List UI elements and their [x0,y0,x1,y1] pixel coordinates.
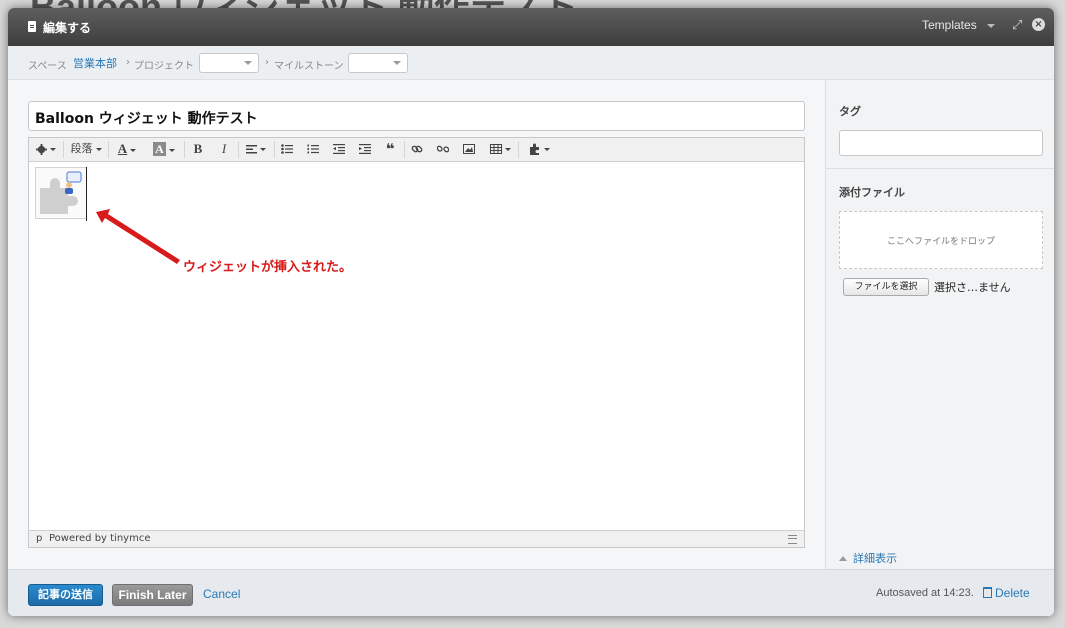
chevron-right-icon: › [265,57,269,68]
puzzle-icon [529,143,539,155]
sidebar: タグ 添付ファイル ここへファイルをドロップ ファイルを選択 選択さ…ません 詳… [825,80,1054,569]
dropzone-text: ここへファイルをドロップ [886,237,995,247]
delete-button[interactable]: Delete [983,586,1030,600]
edit-modal: 編集する Templates ⤢ × スペース 営業本部 › プロジェクト › … [8,8,1054,616]
tag-input[interactable] [839,130,1043,156]
editor-toolbar: 段落 A A B I ❝ [29,138,804,169]
file-dropzone[interactable]: ここへファイルをドロップ [839,211,1043,269]
finish-later-button[interactable]: Finish Later [112,584,193,606]
modal-content: Balloon ウィジェット 動作テスト 段落 A A B I ❝ p Powe… [8,80,1054,569]
space-label: スペース [28,61,67,72]
editor-statusbar: p Powered by tinymce [29,530,804,547]
modal-titlebar: 編集する Templates ⤢ × [8,8,1054,46]
link-icon [411,145,423,153]
rich-text-editor: 段落 A A B I ❝ p Powered by tinymce [28,137,805,548]
space-link[interactable]: 営業本部 [73,55,117,71]
italic-button[interactable]: I [215,140,233,158]
attachments-label: 添付ファイル [839,186,905,199]
text-cursor [86,167,87,221]
outdent-button[interactable] [330,140,348,158]
main-area: Balloon ウィジェット 動作テスト 段落 A A B I ❝ p Powe… [8,80,825,569]
autosave-status: Autosaved at 14:23. [876,587,974,599]
annotation-arrow [96,209,180,264]
bg-color-button[interactable]: A [147,140,181,158]
image-button[interactable] [460,140,478,158]
chevron-down-icon [244,61,252,65]
details-link[interactable]: 詳細表示 [839,550,897,566]
choose-file-button[interactable]: ファイルを選択 [843,278,929,296]
file-status-text: 選択さ…ません [934,281,1011,294]
gear-icon [36,143,47,155]
triangle-up-icon [839,556,847,561]
quote-icon[interactable]: ❝ [381,140,399,158]
modal-title: 編集する [43,21,92,35]
table-menu[interactable] [486,140,514,158]
indent-button[interactable] [356,140,374,158]
image-icon [463,144,475,154]
indent-icon [359,144,371,154]
puzzle-icon [40,171,82,214]
settings-menu[interactable] [33,140,59,158]
details-link-label: 詳細表示 [853,552,897,565]
align-menu[interactable] [242,140,270,158]
bullet-list-button[interactable] [278,140,296,158]
templates-menu[interactable]: Templates [922,18,977,32]
sidebar-divider [826,168,1054,169]
format-label: 段落 [70,142,93,155]
paragraph-format-select[interactable]: 段落 [67,140,105,158]
annotation-text: ウィジェットが挿入された。 [183,260,353,275]
submit-button[interactable]: 記事の送信 [28,584,103,606]
table-icon [489,144,502,154]
bold-button[interactable]: B [189,140,207,158]
project-select[interactable] [199,53,259,73]
tag-label: タグ [839,105,861,118]
bg-color-icon: A [153,142,166,156]
milestone-label: マイルストーン [274,61,344,72]
element-path[interactable]: p [36,533,42,544]
balloon-widget-placeholder[interactable] [35,167,87,219]
breadcrumb: スペース 営業本部 › プロジェクト › マイルストーン [8,46,1054,80]
trash-icon [983,587,992,598]
title-input[interactable]: Balloon ウィジェット 動作テスト [28,101,805,131]
align-left-icon [246,144,257,153]
close-icon[interactable]: × [1032,18,1045,31]
unlink-icon [436,145,450,153]
bullet-list-icon [281,144,293,154]
outdent-icon [333,144,345,154]
chevron-right-icon: › [126,57,130,68]
font-color-button[interactable]: A [112,140,142,158]
numbered-list-button[interactable] [304,140,322,158]
font-color-icon: A [117,141,128,156]
resize-handle-icon[interactable] [788,535,797,544]
modal-footer: 記事の送信 Finish Later Cancel Autosaved at 1… [8,569,1054,616]
document-icon [28,21,36,32]
cancel-button[interactable]: Cancel [203,587,240,601]
chevron-down-icon [393,61,401,65]
unlink-button[interactable] [434,140,452,158]
powered-by-label: Powered by tinymce [49,533,151,544]
expand-icon[interactable]: ⤢ [1012,18,1022,33]
milestone-select[interactable] [348,53,408,73]
numbered-list-icon [307,144,319,154]
project-label: プロジェクト [134,61,194,72]
title-input-value: Balloon ウィジェット 動作テスト [35,111,258,127]
chevron-down-icon[interactable] [987,24,995,28]
link-button[interactable] [408,140,426,158]
delete-label: Delete [995,586,1030,600]
widget-menu[interactable] [522,140,556,169]
